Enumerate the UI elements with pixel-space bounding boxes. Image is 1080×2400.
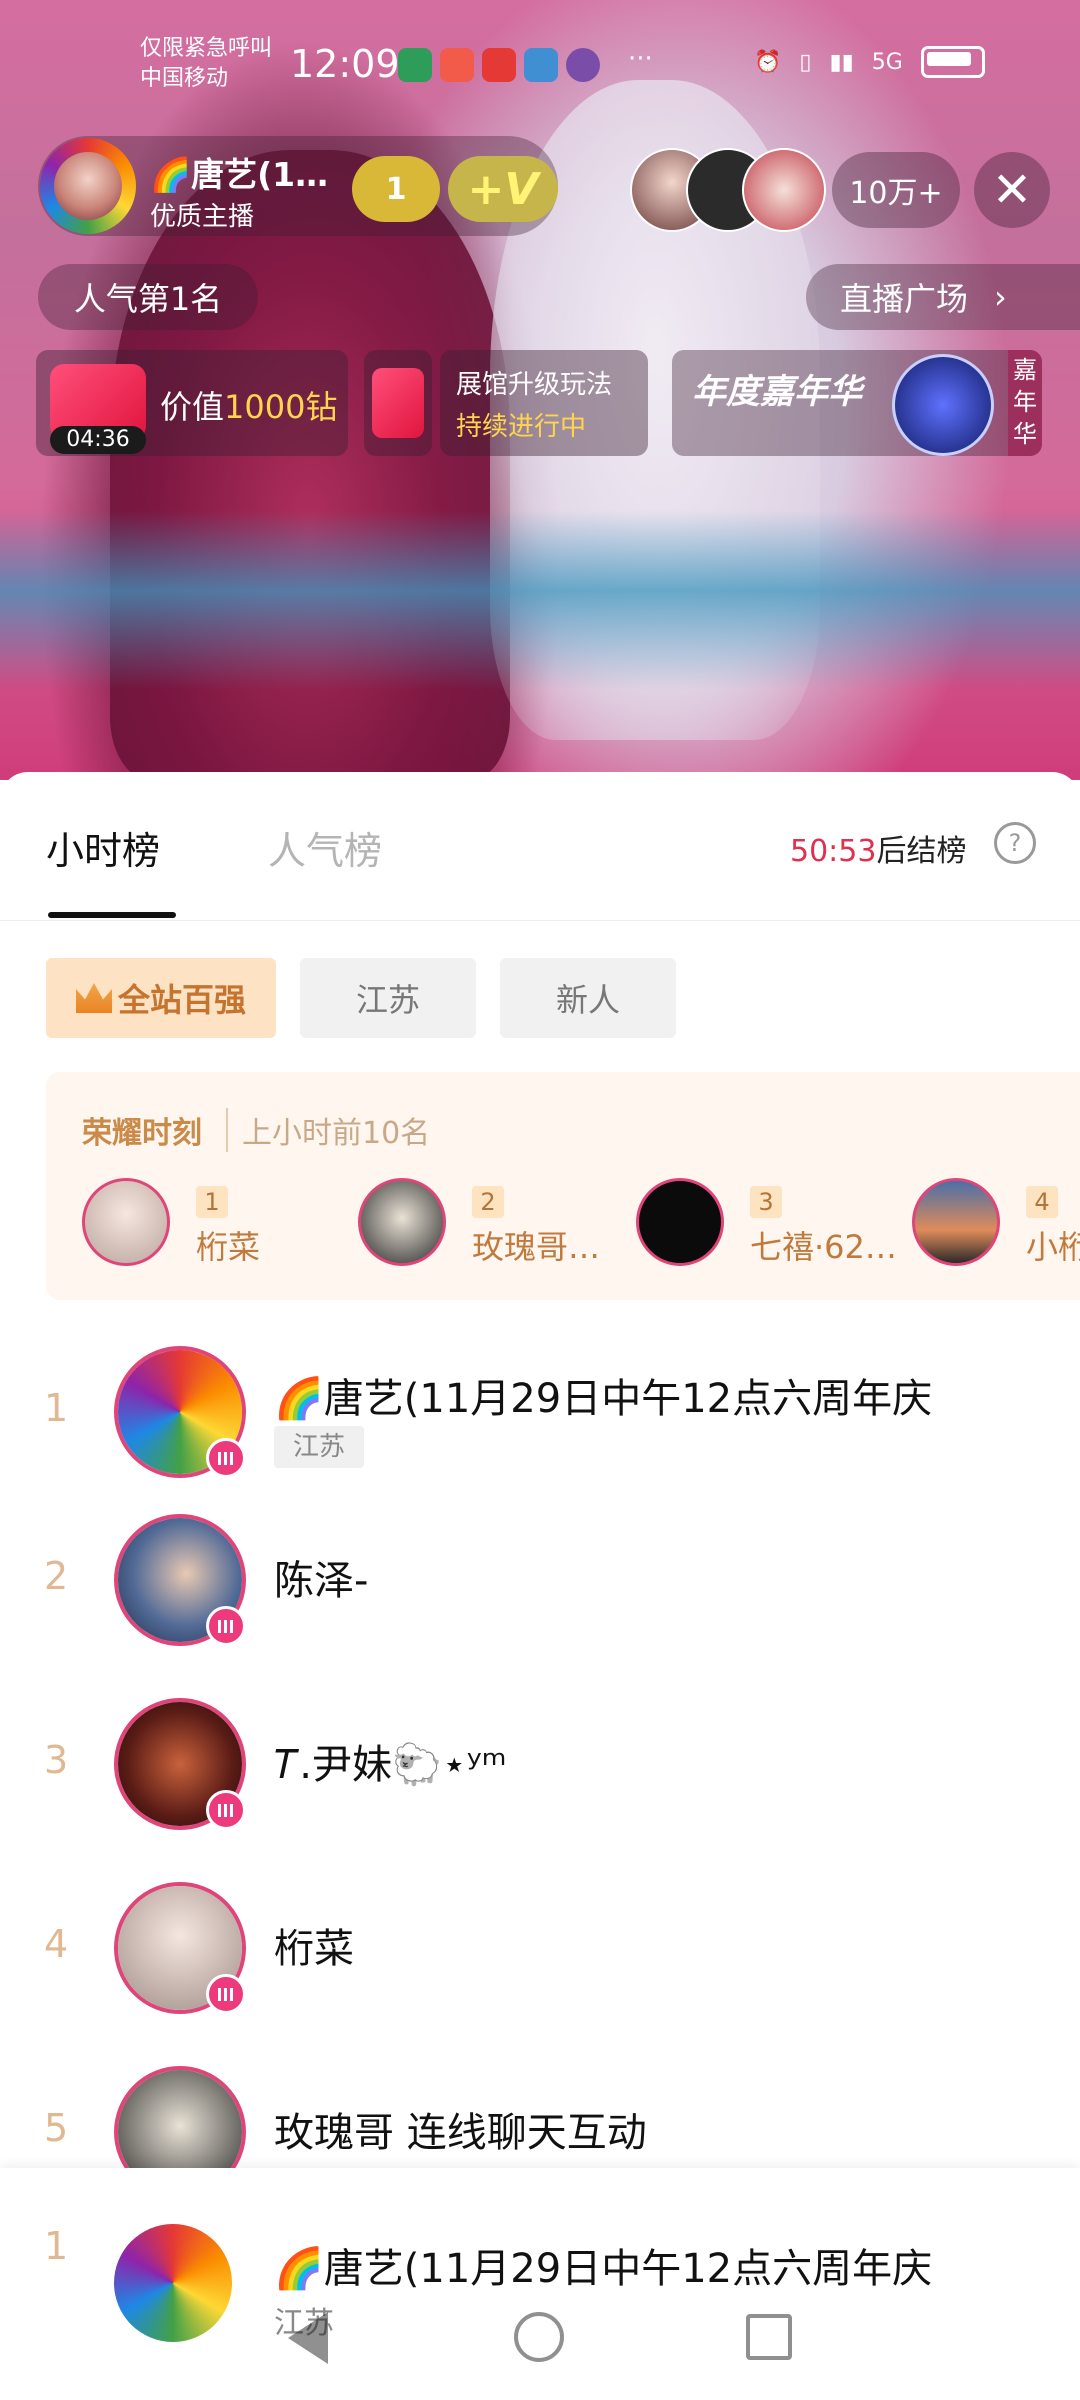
host-name: 🌈唐艺(1…	[150, 155, 329, 194]
gift-box-icon	[372, 368, 424, 438]
rank-number: 2	[44, 1554, 69, 1598]
host-badge: 优质主播	[150, 202, 255, 232]
honor-name: 小桁	[1026, 1228, 1080, 1266]
app-icon	[440, 48, 474, 82]
heart-count: 1	[385, 171, 407, 207]
battery-icon	[920, 46, 985, 78]
tiktok-disc-icon	[892, 354, 994, 456]
streamer-name: 🌈唐艺(11月29日中午12点六周年庆	[274, 2246, 933, 2292]
honor-name: 七禧·62…	[750, 1228, 897, 1266]
back-triangle-icon[interactable]	[288, 2312, 328, 2364]
popularity-rank-pill[interactable]: 人气第1名	[38, 264, 258, 330]
viewer-avatar	[742, 148, 826, 232]
gift-prefix: 价值	[160, 388, 225, 426]
crown-icon	[75, 983, 112, 1013]
carnival-side-text: 嘉 年 华	[1008, 350, 1042, 456]
live-indicator-icon	[206, 1974, 246, 2014]
honor-rank: 4	[1026, 1186, 1058, 1218]
countdown-value: 50:53	[790, 834, 877, 869]
host-avatar[interactable]	[40, 138, 136, 234]
list-item[interactable]: 4 桁菜	[0, 1876, 1080, 2060]
honor-title: 荣耀时刻	[82, 1116, 202, 1151]
avatar	[636, 1178, 724, 1266]
carnival-title: 年度嘉年华	[692, 372, 862, 412]
honor-rank: 1	[196, 1186, 228, 1218]
question-circle-icon[interactable]: ?	[994, 822, 1036, 864]
viewer-count[interactable]: 10万+	[832, 152, 960, 228]
gift-banner-secondary[interactable]	[364, 350, 432, 456]
filter-newcomer[interactable]: 新人	[500, 958, 676, 1038]
home-circle-icon[interactable]	[514, 2312, 564, 2362]
plaza-label: 直播广场	[840, 280, 969, 318]
live-indicator-icon	[206, 1606, 246, 1646]
alarm-icon: ⏰	[754, 49, 782, 75]
chevron-right-icon: ›	[994, 278, 1007, 316]
notification-icons	[398, 48, 600, 82]
countdown: 50:53后结榜	[790, 826, 966, 870]
honor-name: 桁菜	[196, 1228, 261, 1266]
list-item[interactable]: 3 𝑇.尹妹🐑⋆ʸᵐ	[0, 1692, 1080, 1876]
vibrate-icon: ▯	[799, 49, 812, 75]
close-icon[interactable]: ✕	[974, 152, 1050, 228]
gift-banner[interactable]: 04:36 价值1000钻	[36, 350, 348, 456]
ranking-tabs: 小时榜 人气榜 50:53后结榜 ?	[0, 772, 1080, 921]
active-tab-indicator	[48, 912, 176, 918]
avatar	[912, 1178, 1000, 1266]
tab-hourly[interactable]: 小时榜	[46, 820, 160, 875]
streamer-name: 陈泽-	[274, 1558, 369, 1604]
expo-banner[interactable]: 展馆升级玩法 持续进行中	[440, 350, 648, 456]
expo-line1: 展馆升级玩法	[456, 370, 613, 400]
list-item[interactable]: 2 陈泽-	[0, 1508, 1080, 1692]
system-navigation-bar	[0, 2290, 1080, 2400]
rank-number: 4	[44, 1922, 69, 1966]
live-indicator-icon	[206, 1438, 246, 1478]
filter-jiangsu[interactable]: 江苏	[300, 958, 476, 1038]
honor-moment-card: 荣耀时刻 上小时前10名 1 桁菜 2 玫瑰哥… 3 七禧·62… 4 小桁	[46, 1072, 1080, 1300]
tab-popularity[interactable]: 人气榜	[268, 820, 382, 875]
carnival-banner[interactable]: 年度嘉年华 嘉 年 华	[672, 350, 1042, 456]
recents-square-icon[interactable]	[746, 2314, 792, 2360]
rank-number: 1	[44, 2224, 69, 2268]
gift-timer: 04:36	[50, 426, 146, 454]
ranking-panel: 小时榜 人气榜 50:53后结榜 ? 全站百强 江苏 新人 荣耀时刻 上小时前1…	[0, 772, 1080, 2400]
streamer-name: 𝑇.尹妹🐑⋆ʸᵐ	[274, 1742, 507, 1788]
carrier-text: 仅限紧急呼叫 中国移动	[140, 36, 273, 91]
honor-name: 玫瑰哥…	[472, 1228, 601, 1266]
rank-number: 5	[44, 2106, 69, 2150]
list-item[interactable]: 1 🌈唐艺(11月29日中午12点六周年庆 江苏	[0, 1322, 1080, 1506]
huawei-icon	[482, 48, 516, 82]
gift-value: 1000钻	[224, 388, 338, 426]
viewer-avatars[interactable]	[630, 148, 830, 232]
region-tag: 江苏	[274, 1426, 364, 1468]
signal-icon: ▮▮	[829, 49, 854, 75]
avatar	[358, 1178, 446, 1266]
live-indicator-icon	[206, 1790, 246, 1830]
status-bar: 仅限紧急呼叫 中国移动 12:09 ··· ⏰ ▯ ▮▮ 5G	[0, 0, 1080, 130]
honor-rank: 2	[472, 1186, 504, 1218]
streamer-name: 玫瑰哥 连线聊天互动	[274, 2110, 647, 2156]
live-plaza-button[interactable]: 直播广场 ›	[806, 264, 1080, 330]
streamer-name: 桁菜	[274, 1926, 354, 1972]
clock: 12:09	[290, 42, 400, 86]
honor-subtitle: 上小时前10名	[226, 1108, 430, 1152]
streamer-name: 🌈唐艺(11月29日中午12点六周年庆	[274, 1376, 933, 1422]
honor-rank: 3	[750, 1186, 782, 1218]
app-icon	[524, 48, 558, 82]
avatar	[82, 1178, 170, 1266]
network-type: 5G	[871, 49, 903, 75]
expo-line2: 持续进行中	[456, 412, 587, 442]
rank-number: 1	[44, 1386, 69, 1430]
countdown-suffix: 后结榜	[876, 834, 967, 869]
app-icon	[398, 48, 432, 82]
system-indicators: ⏰ ▯ ▮▮ 5G	[754, 46, 985, 78]
fan-club-button[interactable]: +V	[448, 156, 558, 222]
heart-follow-button[interactable]: 1	[352, 156, 440, 222]
app-icon	[566, 48, 600, 82]
more-notifications-icon: ···	[628, 44, 653, 74]
rank-number: 3	[44, 1738, 69, 1782]
filter-top100[interactable]: 全站百强	[46, 958, 276, 1038]
